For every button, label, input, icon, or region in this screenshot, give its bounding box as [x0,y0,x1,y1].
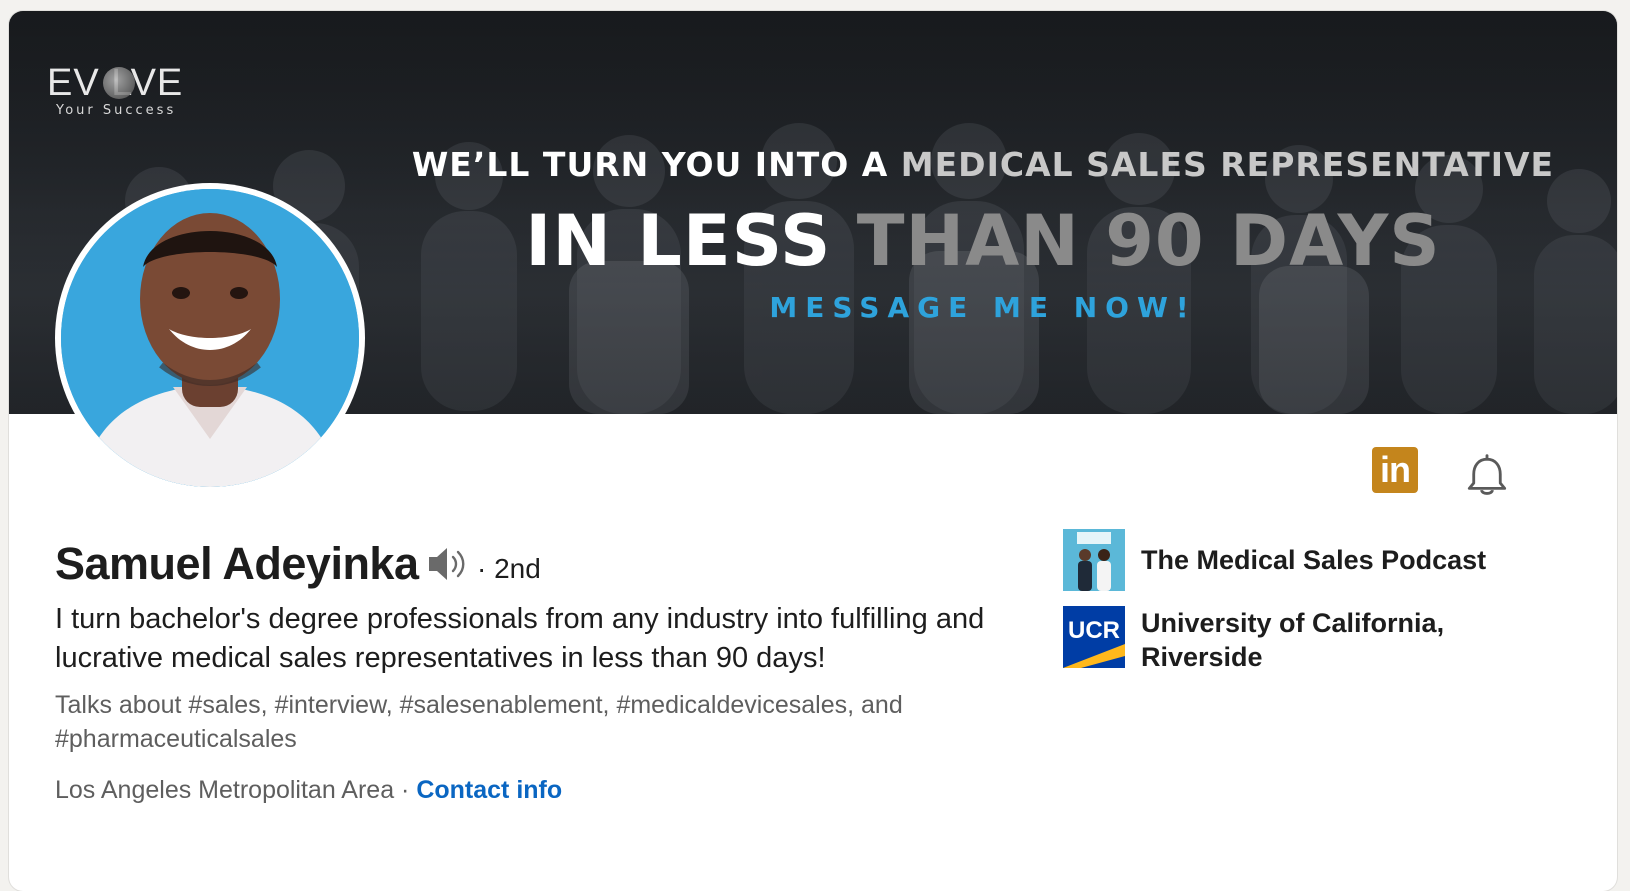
org-item-ucr[interactable]: UCR University of California, Riverside [1063,606,1521,674]
location-row: Los Angeles Metropolitan Area · Contact … [55,773,562,807]
profile-card: EV LVE Your Success WE’LL TURN YOU INTO … [9,11,1617,891]
org-name: The Medical Sales Podcast [1141,545,1487,575]
org-item-medical-sales-podcast[interactable]: The Medical Sales Podcast [1063,529,1521,591]
linkedin-icon[interactable]: in [1372,447,1418,493]
profile-name: Samuel Adeyinka [55,538,419,589]
person-portrait-icon [61,189,359,487]
talks-about: Talks about #sales, #interview, #salesen… [55,691,903,753]
avatar-photo [61,189,359,487]
brand-subtitle: Your Success [56,103,177,118]
speaker-icon[interactable] [427,544,471,584]
connection-degree: · 2nd [477,553,541,584]
banner-tagline-1: WE’LL TURN YOU INTO A MEDICAL SALES REPR… [411,145,1555,184]
location-text: Los Angeles Metropolitan Area · [55,776,417,804]
profile-headline: I turn bachelor's degree professionals f… [55,603,985,674]
banner-brand-logo: EV LVE Your Success [47,63,207,123]
ucr-logo-icon: UCR [1063,606,1125,668]
podcast-logo-icon [1063,529,1125,591]
globe-icon [103,67,135,99]
contact-info-link[interactable]: Contact info [416,776,562,804]
bell-icon[interactable] [1461,451,1513,501]
profile-avatar[interactable] [55,183,365,493]
org-name: University of California, Riverside [1141,608,1445,672]
